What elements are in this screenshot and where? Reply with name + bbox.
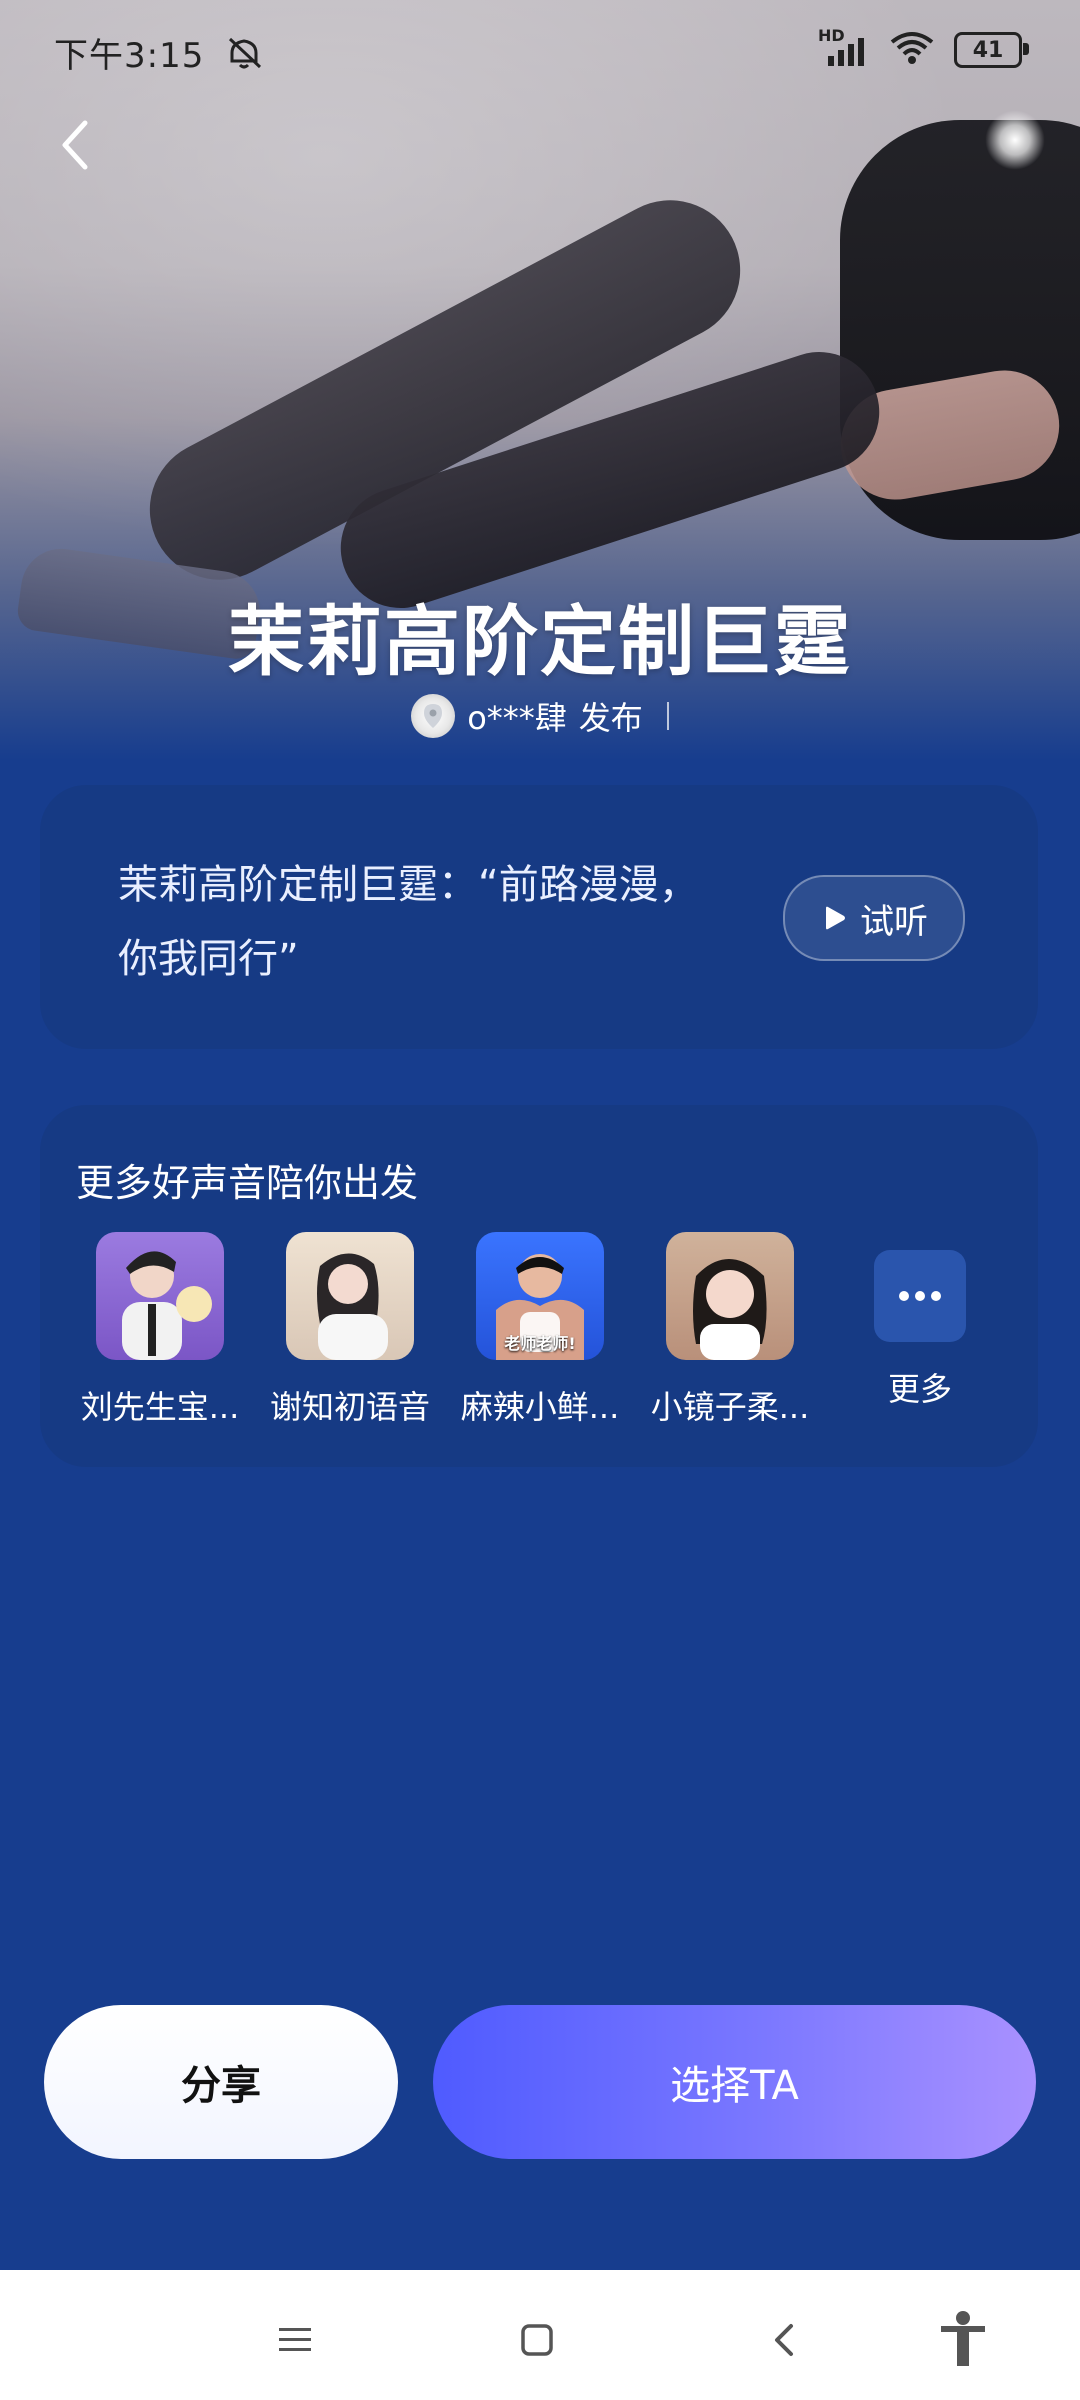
more-dots-icon (899, 1291, 941, 1301)
voice-label: 谢知初语音 (269, 1388, 430, 1426)
play-icon (826, 906, 845, 930)
wifi-icon (888, 30, 936, 70)
listen-label: 试听 (860, 901, 928, 942)
publisher-name[interactable]: o***肆 (467, 693, 567, 739)
nav-menu-button[interactable] (260, 2305, 330, 2375)
quote-text: 茉莉高阶定制巨霆：“前路漫漫， 你我同行” (118, 848, 738, 996)
voice-item-2[interactable]: 谢知初语音 (260, 1232, 440, 1432)
divider (666, 702, 669, 730)
published-label: 发布 (578, 699, 643, 737)
quote-line: 茉莉高阶定制巨霆：“前路漫漫， (118, 862, 699, 908)
battery-icon: 41 (954, 32, 1029, 68)
quote-line: 你我同行” (118, 936, 299, 982)
hero-phone-light (985, 110, 1045, 170)
chevron-left-icon (62, 120, 88, 170)
voice-label: 麻辣小鲜... (460, 1388, 620, 1426)
location-pin-icon (424, 704, 443, 728)
menu-icon (279, 2328, 311, 2351)
voice-item-1[interactable]: 刘先生宝... (70, 1232, 250, 1432)
voice-avatar (286, 1232, 414, 1360)
share-button[interactable]: 分享 (44, 2005, 398, 2159)
signal-icon: HD (818, 26, 870, 68)
nav-home-button[interactable] (502, 2305, 572, 2375)
share-label: 分享 (181, 2063, 261, 2109)
publisher-avatar (411, 694, 456, 738)
more-icon-button (874, 1250, 966, 1342)
voice-item-4[interactable]: 小镜子柔... (640, 1232, 820, 1432)
more-voices-title: 更多好声音陪你出发 (76, 1161, 419, 1205)
back-button[interactable] (40, 110, 110, 180)
voice-label: 小镜子柔... (650, 1388, 810, 1426)
more-label: 更多 (887, 1370, 952, 1408)
listen-button[interactable]: 试听 (783, 875, 965, 961)
voice-avatar (96, 1232, 224, 1360)
publisher-row: o***肆 发布 (0, 693, 1080, 739)
home-square-icon (521, 2324, 553, 2356)
voice-label: 刘先生宝... (80, 1388, 240, 1426)
mute-icon (224, 35, 266, 80)
page-title: 茉莉高阶定制巨霆 (228, 597, 852, 686)
voice-avatar (666, 1232, 794, 1360)
accessibility-icon (941, 2311, 985, 2366)
status-icons: HD 41 (818, 26, 1029, 72)
avatar-caption: 老师老师! (504, 1334, 576, 1353)
choose-button[interactable]: 选择TA (433, 2005, 1036, 2159)
nav-accessibility-button[interactable] (928, 2305, 998, 2375)
choose-label: 选择TA (670, 2063, 799, 2109)
nav-back-button[interactable] (750, 2305, 820, 2375)
voice-item-3[interactable]: 老师老师! 麻辣小鲜... (450, 1232, 630, 1432)
back-icon (775, 2324, 793, 2356)
status-time: 下午3:15 (54, 28, 266, 80)
voice-avatar: 老师老师! (476, 1232, 604, 1360)
more-voices-button[interactable]: 更多 (830, 1232, 1010, 1432)
